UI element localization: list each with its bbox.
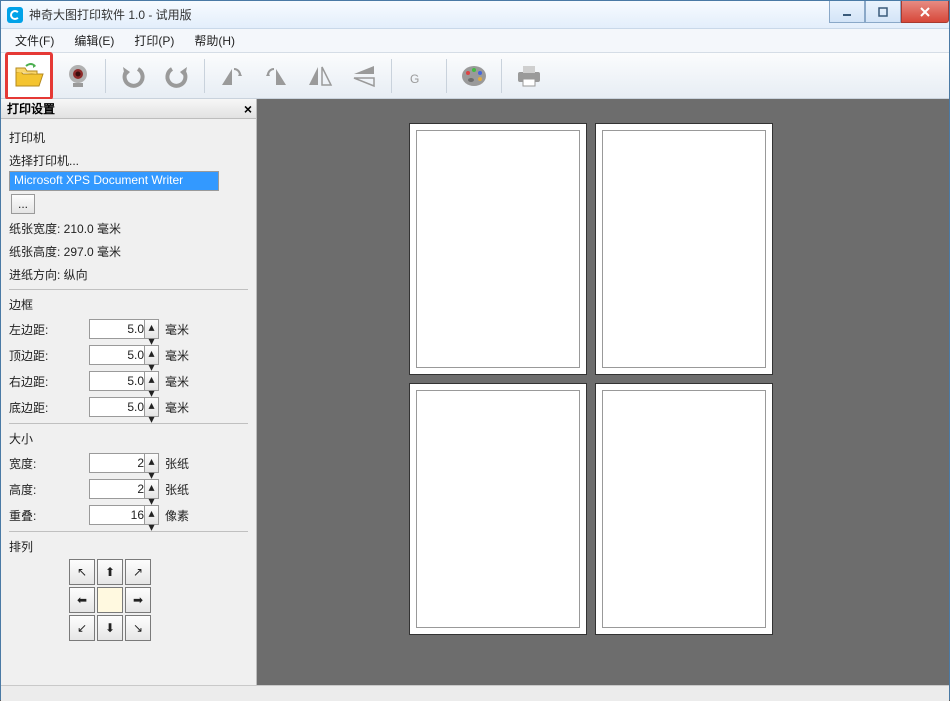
printer-dropdown[interactable]: Microsoft XPS Document Writer (9, 171, 219, 191)
print-button[interactable] (510, 57, 548, 95)
menu-edit[interactable]: 编辑(E) (66, 30, 122, 51)
redo-button[interactable] (158, 57, 196, 95)
border-section-label: 边框 (9, 296, 248, 313)
panel-close-icon[interactable]: × (244, 101, 252, 117)
webcam-icon (63, 63, 93, 89)
top-margin-input[interactable]: 5.0▴▾ (89, 345, 159, 365)
left-margin-label: 左边距: (9, 321, 61, 338)
overlap-label: 重叠: (9, 507, 61, 524)
panel-body: 打印机 选择打印机... Microsoft XPS Document Writ… (1, 119, 256, 645)
height-input[interactable]: 2▴▾ (89, 479, 159, 499)
camera-button[interactable] (59, 57, 97, 95)
separator (9, 531, 248, 532)
toolbar-separator (446, 59, 447, 93)
unit-label: 像素 (165, 507, 189, 524)
close-button[interactable] (901, 1, 949, 23)
arrange-center[interactable] (97, 587, 123, 613)
width-input[interactable]: 2▴▾ (89, 453, 159, 473)
arrange-section-label: 排列 (9, 538, 248, 555)
top-margin-label: 顶边距: (9, 347, 61, 364)
rotate-right-button[interactable] (257, 57, 295, 95)
app-icon (7, 7, 23, 23)
height-label: 高度: (9, 481, 61, 498)
width-label: 宽度: (9, 455, 61, 472)
printer-section-label: 打印机 (9, 129, 248, 146)
separator (9, 289, 248, 290)
page-preview-1 (409, 123, 587, 375)
grayscale-icon: G (406, 63, 432, 89)
toolbar-separator (204, 59, 205, 93)
window-buttons (829, 1, 949, 23)
select-printer-label: 选择打印机... (9, 152, 248, 169)
statusbar (1, 685, 949, 701)
size-section-label: 大小 (9, 430, 248, 447)
rotate-left-icon (218, 63, 246, 89)
titlebar: 神奇大图打印软件 1.0 - 试用版 (1, 1, 949, 29)
right-margin-input[interactable]: 5.0▴▾ (89, 371, 159, 391)
arrange-e[interactable]: ➡ (125, 587, 151, 613)
arrange-w[interactable]: ⬅ (69, 587, 95, 613)
arrange-se[interactable]: ↘ (125, 615, 151, 641)
arrange-ne[interactable]: ↗ (125, 559, 151, 585)
svg-text:G: G (410, 72, 419, 86)
bottom-margin-input[interactable]: 5.0▴▾ (89, 397, 159, 417)
preview-canvas[interactable] (257, 99, 949, 685)
overlap-input[interactable]: 16▴▾ (89, 505, 159, 525)
menu-file[interactable]: 文件(F) (7, 30, 62, 51)
app-window: 神奇大图打印软件 1.0 - 试用版 文件(F) 编辑(E) 打印(P) 帮助(… (0, 0, 950, 700)
toolbar-separator (501, 59, 502, 93)
toolbar-separator (105, 59, 106, 93)
toolbar: G (1, 53, 949, 99)
printer-more-button[interactable]: ... (11, 194, 35, 214)
toolbar-separator (391, 59, 392, 93)
right-margin-label: 右边距: (9, 373, 61, 390)
unit-label: 毫米 (165, 321, 189, 338)
unit-label: 毫米 (165, 373, 189, 390)
flip-horizontal-button[interactable] (301, 57, 339, 95)
undo-button[interactable] (114, 57, 152, 95)
panel-header: 打印设置 × (1, 99, 256, 119)
menu-print[interactable]: 打印(P) (126, 30, 182, 51)
main-area: 打印设置 × 打印机 选择打印机... Microsoft XPS Docume… (1, 99, 949, 685)
window-title: 神奇大图打印软件 1.0 - 试用版 (29, 6, 192, 23)
separator (9, 423, 248, 424)
arrange-grid: ↖ ⬆ ↗ ⬅ ➡ ↙ ⬇ ↘ (69, 559, 248, 641)
open-file-button[interactable] (5, 52, 53, 100)
panel-title: 打印设置 (7, 100, 55, 117)
flip-vertical-button[interactable] (345, 57, 383, 95)
grayscale-button[interactable]: G (400, 57, 438, 95)
page-preview-2 (595, 123, 773, 375)
unit-label: 毫米 (165, 399, 189, 416)
paper-height-info: 纸张高度: 297.0 毫米 (9, 243, 248, 260)
unit-label: 张纸 (165, 455, 189, 472)
flip-h-icon (306, 63, 334, 89)
page-preview-4 (595, 383, 773, 635)
arrange-s[interactable]: ⬇ (97, 615, 123, 641)
bottom-margin-label: 底边距: (9, 399, 61, 416)
unit-label: 毫米 (165, 347, 189, 364)
menu-help[interactable]: 帮助(H) (186, 30, 243, 51)
undo-icon (118, 63, 148, 89)
minimize-button[interactable] (829, 1, 865, 23)
paper-width-info: 纸张宽度: 210.0 毫米 (9, 220, 248, 237)
flip-v-icon (350, 63, 378, 89)
arrange-n[interactable]: ⬆ (97, 559, 123, 585)
arrange-sw[interactable]: ↙ (69, 615, 95, 641)
arrange-nw[interactable]: ↖ (69, 559, 95, 585)
unit-label: 张纸 (165, 481, 189, 498)
print-settings-panel: 打印设置 × 打印机 选择打印机... Microsoft XPS Docume… (1, 99, 257, 685)
folder-open-icon (13, 62, 45, 90)
redo-icon (162, 63, 192, 89)
rotate-right-icon (262, 63, 290, 89)
feed-direction-info: 进纸方向: 纵向 (9, 266, 248, 283)
left-margin-input[interactable]: 5.0▴▾ (89, 319, 159, 339)
menubar: 文件(F) 编辑(E) 打印(P) 帮助(H) (1, 29, 949, 53)
page-preview-3 (409, 383, 587, 635)
palette-icon (459, 63, 489, 89)
maximize-button[interactable] (865, 1, 901, 23)
color-palette-button[interactable] (455, 57, 493, 95)
rotate-left-button[interactable] (213, 57, 251, 95)
printer-icon (514, 63, 544, 89)
